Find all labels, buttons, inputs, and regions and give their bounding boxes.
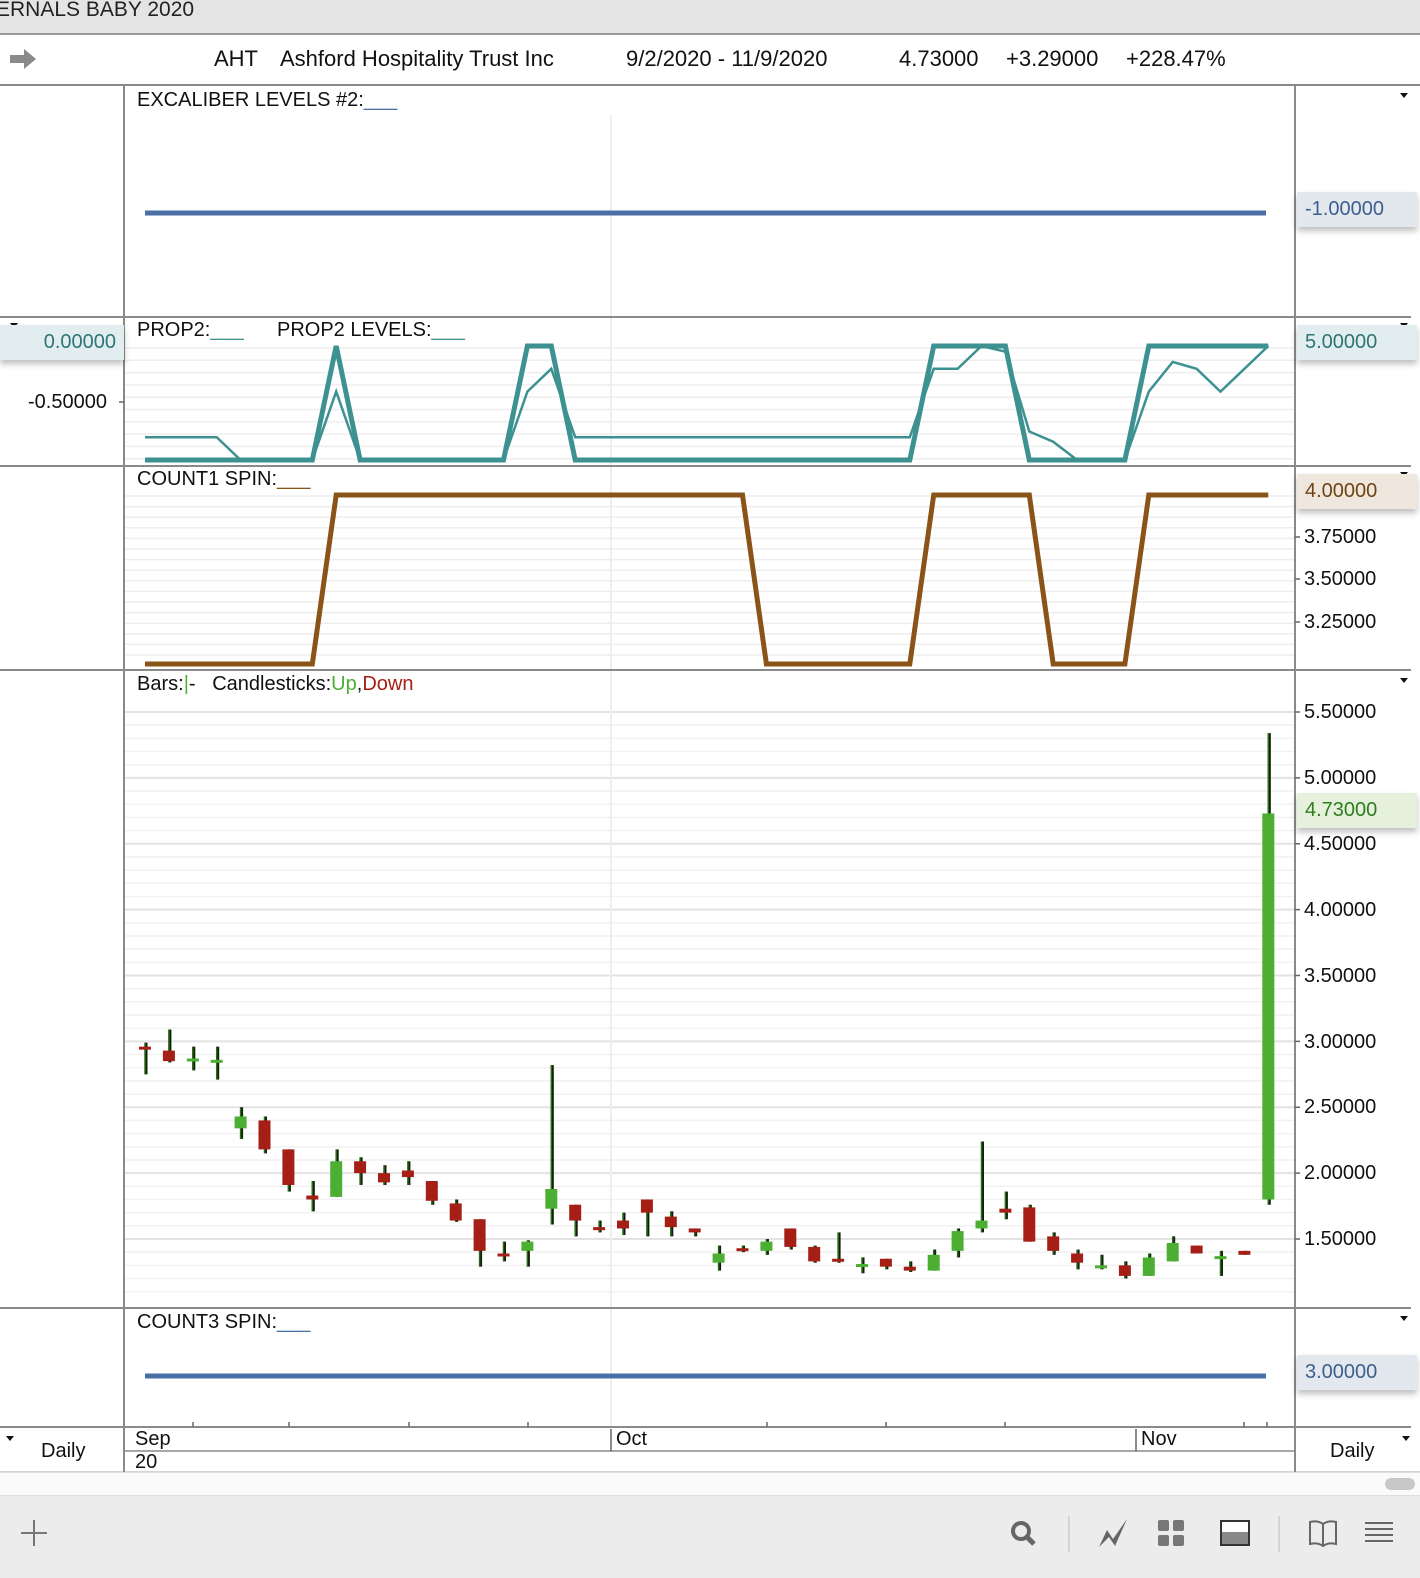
candle-down	[1023, 1207, 1036, 1242]
collapse-arrow-icon	[6, 1436, 14, 1441]
candle-down	[569, 1204, 582, 1221]
book-icon[interactable]	[1306, 1516, 1340, 1550]
candle-down	[162, 1050, 175, 1062]
price-tick-label: 3.00000	[1304, 1030, 1377, 1053]
collapse-arrow-icon	[1400, 93, 1408, 98]
prop2-label: PROP2:___	[137, 319, 244, 341]
x-label-year: 20	[135, 1451, 158, 1473]
price-tick-label: 1.50000	[1304, 1228, 1377, 1251]
candle-down	[1047, 1236, 1060, 1251]
candle-down	[282, 1149, 295, 1185]
x-label-oct: Oct	[616, 1428, 648, 1450]
candle-down	[688, 1228, 701, 1233]
candle-down	[401, 1170, 414, 1178]
price-tick-label: 2.00000	[1304, 1162, 1377, 1185]
candle-down	[354, 1161, 367, 1174]
candle-down	[1071, 1253, 1084, 1263]
collapse-arrow-icon	[1400, 1316, 1408, 1321]
count1-value-tag: 4.00000	[1297, 474, 1417, 509]
prop2-right-tag: 5.00000	[1297, 325, 1417, 360]
candle-down	[1118, 1265, 1131, 1276]
x-label-sep: Sep	[135, 1428, 171, 1450]
candle-down	[664, 1216, 677, 1228]
collapse-arrow-icon	[1400, 678, 1408, 683]
candle-up	[927, 1254, 940, 1271]
price-tick-label: 5.50000	[1304, 701, 1377, 723]
candle-down	[425, 1181, 438, 1201]
price-tick-label: 4.50000	[1304, 832, 1377, 855]
candle-down	[449, 1203, 462, 1221]
candle-up	[951, 1231, 964, 1251]
candle-down	[879, 1258, 892, 1267]
add-icon[interactable]	[17, 1516, 51, 1550]
candle-up	[521, 1241, 534, 1251]
chart-canvas[interactable]	[0, 0, 1420, 1578]
prop2-levels-label: PROP2 LEVELS:___	[277, 319, 465, 341]
price-tick-label: 4.00000	[1304, 898, 1377, 921]
count3-label: COUNT3 SPIN:___	[137, 1311, 311, 1333]
candle-up	[234, 1116, 247, 1129]
grid-icon[interactable]	[1154, 1516, 1188, 1550]
candle-up	[760, 1241, 773, 1251]
count1-label: COUNT1 SPIN:___	[137, 468, 311, 490]
candle-up	[1214, 1256, 1227, 1260]
candle-down	[736, 1248, 749, 1252]
menu-icon[interactable]	[1362, 1516, 1396, 1550]
scrollbar-thumb[interactable]	[1385, 1478, 1415, 1490]
prop2-left-tag: 0.00000	[0, 325, 124, 360]
prop2-left-tick: -0.50000	[28, 391, 107, 413]
candle-up	[330, 1161, 343, 1197]
candle-down	[258, 1120, 271, 1150]
toolbar-divider	[1068, 1516, 1070, 1552]
candle-up	[1262, 813, 1275, 1200]
horizontal-scrollbar[interactable]	[0, 1472, 1420, 1497]
search-icon[interactable]	[1006, 1516, 1040, 1550]
toolbar-divider	[1278, 1516, 1280, 1552]
collapse-arrow-icon	[1402, 1436, 1410, 1441]
candle-down	[832, 1258, 845, 1262]
price-tick-label: 5.00000	[1304, 766, 1377, 789]
candle-down	[593, 1227, 606, 1231]
candle-up	[856, 1264, 868, 1268]
candle-down	[1190, 1245, 1203, 1254]
candle-up	[545, 1188, 558, 1209]
period-selector-left[interactable]: Daily	[41, 1440, 85, 1463]
candle-up	[1142, 1257, 1155, 1276]
count1-tick: 3.25000	[1304, 611, 1377, 633]
prop2-levels-line	[145, 343, 1269, 463]
price-tick-label: 3.50000	[1304, 964, 1377, 987]
candle-up	[210, 1059, 223, 1063]
count1-line	[145, 492, 1269, 667]
candle-down	[903, 1266, 916, 1271]
candle-up	[975, 1220, 988, 1229]
period-selector-right[interactable]: Daily	[1330, 1440, 1374, 1463]
x-label-nov: Nov	[1141, 1428, 1177, 1450]
candle-down	[139, 1046, 151, 1050]
layout-icon[interactable]	[1218, 1516, 1252, 1550]
candle-down	[617, 1220, 629, 1229]
excaliber-label: EXCALIBER LEVELS #2:___	[137, 89, 398, 111]
excaliber-value-tag: -1.00000	[1297, 192, 1417, 227]
candle-down	[808, 1246, 821, 1262]
bottom-toolbar	[0, 1496, 1420, 1578]
price-legend: Bars:|- Candlesticks:Up,Down	[137, 673, 414, 695]
candle-up	[186, 1058, 199, 1062]
candle-down	[378, 1173, 390, 1183]
candle-up	[712, 1253, 725, 1263]
candle-down	[473, 1219, 486, 1251]
price-tick-label: 2.50000	[1304, 1096, 1377, 1119]
candle-down	[1238, 1250, 1251, 1255]
count1-tick: 3.75000	[1304, 526, 1377, 548]
draw-icon[interactable]	[1096, 1516, 1130, 1550]
candle-down	[497, 1253, 510, 1257]
candle-down	[999, 1208, 1012, 1213]
count3-value-tag: 3.00000	[1297, 1355, 1417, 1390]
candle-up	[1095, 1265, 1107, 1269]
candle-up	[1166, 1242, 1179, 1262]
last-price-tag: 4.73000	[1297, 793, 1417, 828]
count1-tick: 3.50000	[1304, 568, 1377, 590]
candle-down	[784, 1228, 797, 1247]
candle-down	[640, 1199, 653, 1213]
candle-down	[306, 1195, 319, 1200]
